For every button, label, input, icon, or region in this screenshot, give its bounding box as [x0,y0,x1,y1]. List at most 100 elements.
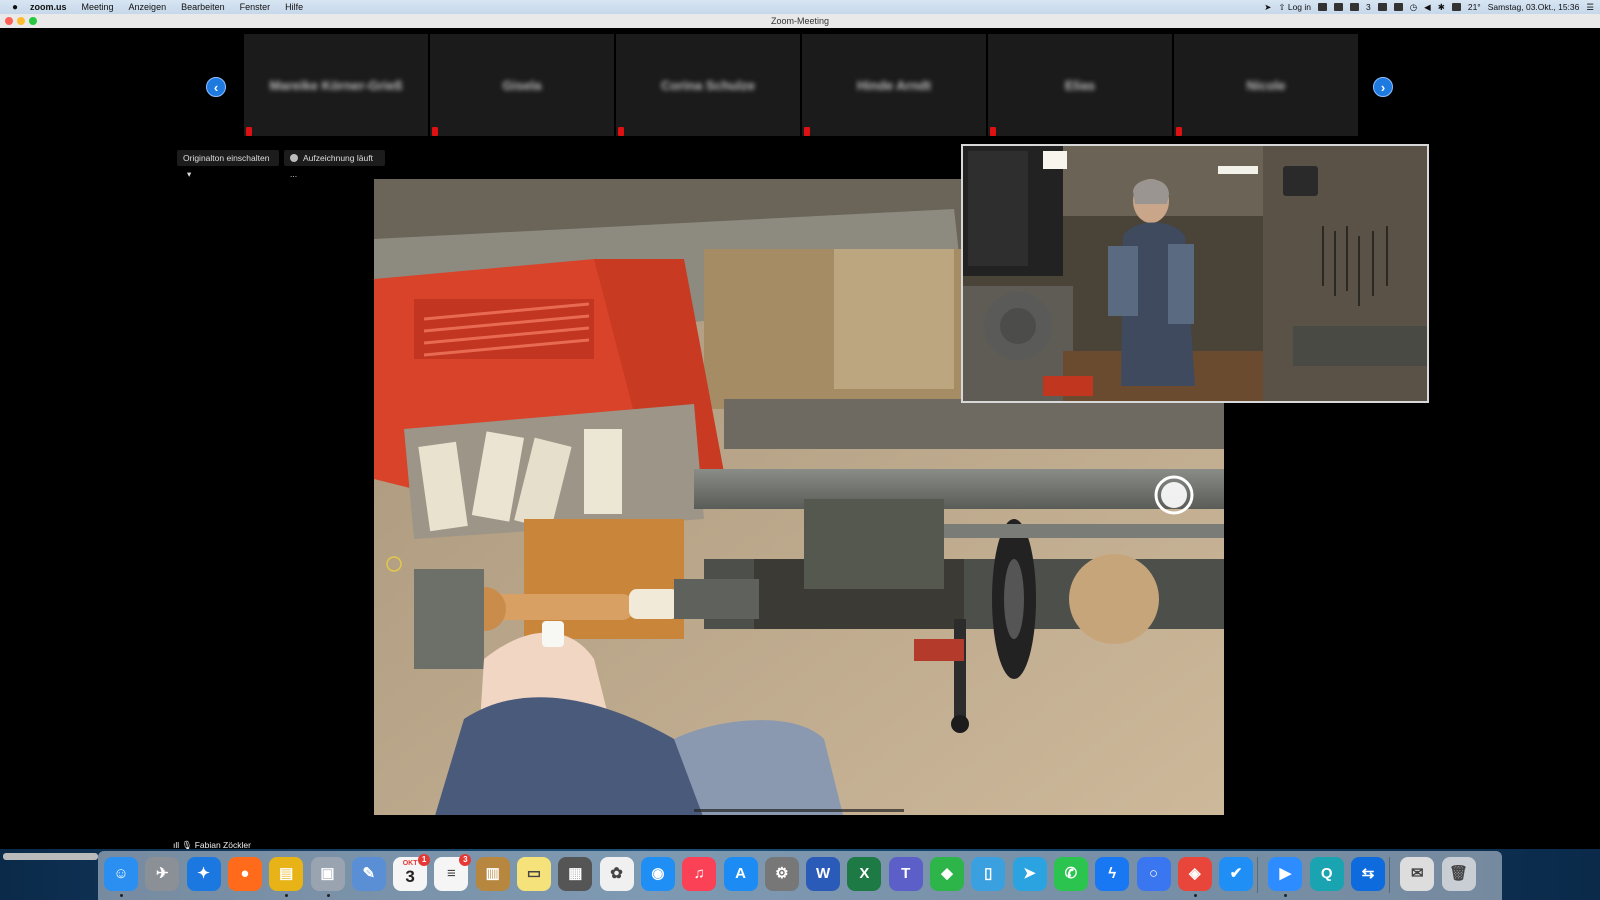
trash-icon[interactable]: 🗑 [1441,857,1476,891]
launchpad-icon[interactable]: ✈ [145,857,180,891]
menu-meeting[interactable]: Meeting [82,2,114,12]
notes-book-icon[interactable]: ▥ [475,857,510,891]
status-icon[interactable] [1393,3,1403,11]
telegram-glyph: ➤ [1023,865,1036,882]
notes-glyph: ▭ [526,865,542,882]
system-preferences-glyph: ⚙ [775,865,789,882]
horizontal-scrollbar[interactable] [3,853,98,860]
xcode-tool-glyph: ✎ [362,865,376,882]
menu-view[interactable]: Anzeigen [129,2,167,12]
participant-tile[interactable]: Elias [988,34,1172,136]
photos-icon[interactable]: ✿ [599,857,634,891]
excel-icon[interactable]: X [847,857,882,891]
safari-icon[interactable]: ✦ [186,857,221,891]
teams-glyph: T [901,865,911,882]
participant-gallery: Mareike Körner-Grieß Gisela Corina Schul… [0,28,1600,140]
preview-icon[interactable]: ▣ [310,857,345,897]
original-sound-button[interactable]: Originalton einschalten ▾ [177,150,279,179]
battery-icon[interactable] [1451,3,1461,11]
photos-glyph: ✿ [610,865,623,882]
participant-name: Gisela [502,78,542,93]
notes-icon[interactable]: ▭ [517,857,551,891]
chevron-left-icon: ‹ [213,80,219,95]
running-indicator [1284,894,1288,897]
notification-count[interactable]: 3 [1366,2,1371,12]
gallery-next-button[interactable]: › [1373,77,1393,97]
evernote-icon[interactable]: ◆ [930,857,964,891]
status-icon[interactable] [1377,3,1387,11]
control-center-icon[interactable]: ☰ [1586,2,1594,13]
zoom-window-button[interactable] [29,17,37,25]
pip-camera-feed[interactable] [961,144,1429,403]
menu-edit[interactable]: Bearbeiten [181,2,225,12]
participant-tile[interactable]: Hinde Arndt [802,34,986,136]
calculator-glyph: ▦ [568,865,583,882]
documents-glyph: ✉ [1411,865,1424,882]
finder-icon[interactable]: ☺ [104,857,138,897]
messenger-icon[interactable]: ϟ [1095,857,1130,891]
telegram-icon[interactable]: ➤ [1012,857,1047,891]
system-preferences-icon[interactable]: ⚙ [764,857,799,891]
participant-name: Elias [1064,78,1096,93]
messenger-glyph: ϟ [1108,865,1117,882]
status-icon[interactable] [1350,3,1360,11]
participant-tile[interactable]: Nicole [1174,34,1358,136]
participant-tile[interactable]: Corina Schulze [616,34,800,136]
window-titlebar: Zoom-Meeting [0,14,1600,29]
teamviewer-icon[interactable]: ⇆ [1351,857,1385,891]
teams-icon[interactable]: T [888,857,923,891]
whatsapp-icon[interactable]: ✆ [1053,857,1088,891]
reminders-icon[interactable]: ≡ 3 [434,854,472,891]
signal-icon[interactable]: ○ [1136,857,1171,891]
finder-glyph: ☺ [113,865,129,882]
firefox-icon[interactable]: ● [227,857,262,891]
participant-name: Hinde Arndt [857,78,931,93]
chevron-down-icon[interactable]: ▾ [187,169,191,179]
menubar-status-area: ➤ ⇧ Log in 3 ◷ ◀ ✱ 21° Samstag, 03.Okt.,… [1264,0,1594,14]
messages-icon[interactable]: ◉ [640,857,675,891]
evernote-glyph: ◆ [941,865,953,882]
close-window-button[interactable] [5,17,13,25]
status-icon[interactable] [1318,3,1328,11]
participant-tile[interactable]: Gisela [430,34,614,136]
apple-icon[interactable]: ● [0,2,30,13]
firefox-glyph: ● [240,865,250,882]
menu-app-name[interactable]: zoom.us [30,2,67,12]
app-store-glyph: A [735,865,746,882]
whatsapp-glyph: ✆ [1064,865,1078,882]
music-icon[interactable]: ♫ [682,857,717,891]
zoom-icon[interactable]: ▶ [1268,857,1303,897]
login-item[interactable]: ⇧ Log in [1278,2,1311,13]
notes-book-glyph: ▥ [485,865,500,882]
forklift-icon[interactable]: ▤ [269,857,304,897]
documents-icon[interactable]: ✉ [1400,857,1435,891]
qfinder-icon[interactable]: Q [1309,857,1344,891]
volume-icon[interactable]: ◀ [1424,2,1431,13]
recording-indicator[interactable]: Aufzeichnung läuft ... [284,150,385,179]
time-machine-icon[interactable]: ◷ [1410,2,1417,13]
participant-tile[interactable]: Mareike Körner-Grieß [244,34,428,136]
notability-icon[interactable]: ▯ [971,857,1006,891]
trash-glyph: 🗑 [1449,865,1469,882]
menu-window[interactable]: Fenster [240,2,271,12]
things-icon[interactable]: ✔ [1219,857,1254,891]
menubar-clock[interactable]: Samstag, 03.Okt., 15:36 [1488,2,1580,12]
app-store-icon[interactable]: A [723,857,758,891]
gallery-prev-button[interactable]: ‹ [206,77,226,97]
calendar-icon[interactable]: OKT 3 1 [393,854,431,891]
menu-help[interactable]: Hilfe [285,2,303,12]
dock: ☺ ✈ ✦ ● ▤ ▣ ✎ OKT 3 1 ≡ 3 ▥ ▭ ▦ ✿ ◉ ♫ A ⚙ W X T ◆ ▯ ➤ ✆ ϟ ○ ◈ ✔ ▶ Q ⇆ ✉ 🗑 [98,851,1502,900]
things-glyph: ✔ [1229,865,1243,882]
weather-temperature[interactable]: 21° [1468,2,1481,12]
bluetooth-icon[interactable]: ✱ [1438,2,1445,13]
calculator-icon[interactable]: ▦ [558,857,593,891]
mic-muted-icon [804,127,810,136]
anydesk-icon[interactable]: ◈ [1177,857,1212,897]
launchpad-glyph: ✈ [156,865,169,882]
status-icon[interactable] [1334,3,1344,11]
minimize-window-button[interactable] [17,17,25,25]
word-icon[interactable]: W [806,857,841,891]
zoom-glyph: ▶ [1279,865,1292,882]
xcode-tool-icon[interactable]: ✎ [351,857,386,891]
word-glyph: W [816,865,831,882]
